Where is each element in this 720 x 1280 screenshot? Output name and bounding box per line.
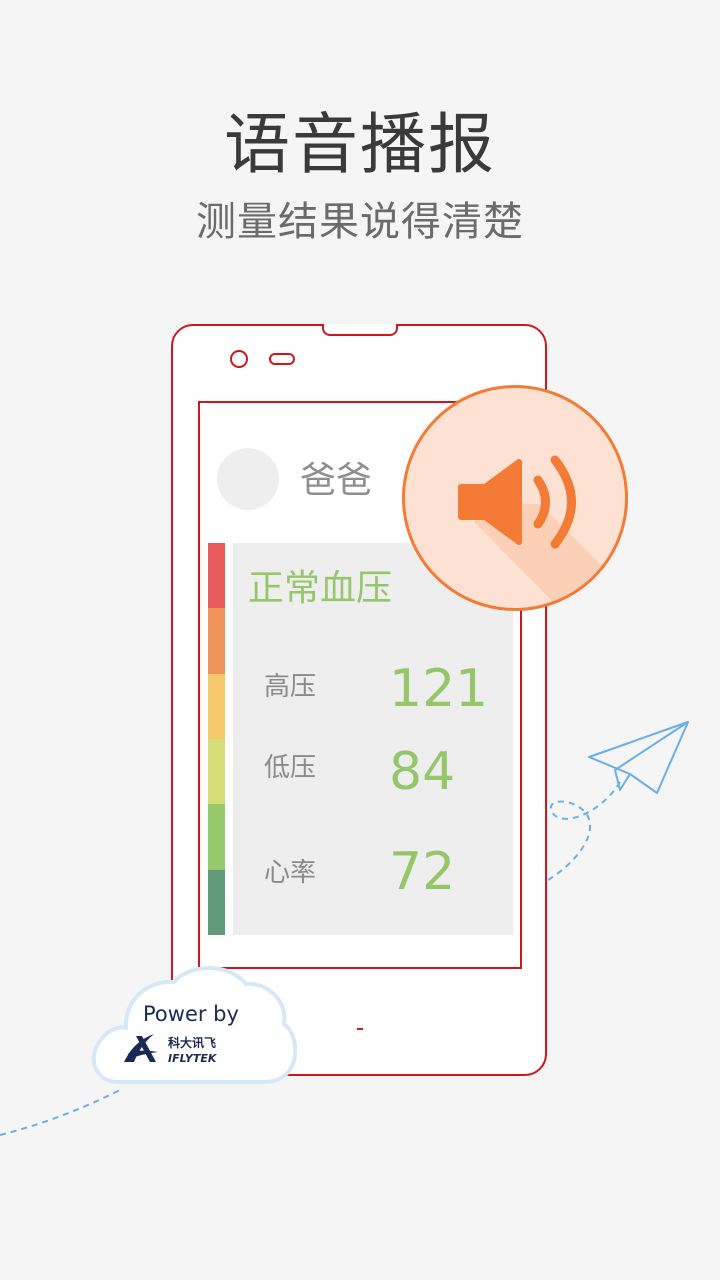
systolic-value: 121	[389, 659, 489, 719]
page-title: 语音播报	[224, 106, 496, 183]
scale-segment	[208, 608, 225, 674]
bp-status: 正常血压	[248, 568, 393, 609]
avatar[interactable]	[217, 448, 279, 510]
systolic-label: 高压	[264, 672, 317, 702]
scale-segment	[208, 673, 225, 739]
bp-level-scale	[208, 543, 225, 935]
voice-broadcast-button[interactable]	[402, 385, 628, 611]
scale-segment	[208, 869, 225, 935]
heart-rate-label: 心率	[264, 858, 317, 888]
user-name: 爸爸	[300, 460, 373, 501]
power-by-label: Power by	[143, 1002, 239, 1026]
heart-rate-value: 72	[389, 842, 456, 902]
iflytek-logo: 科大讯飞 IFLYTEK	[124, 1034, 218, 1065]
speaker-volume-icon	[458, 455, 625, 608]
scale-segment	[208, 543, 225, 609]
flight-path-dashed	[547, 781, 621, 881]
diastolic-value: 84	[389, 742, 456, 802]
diastolic-label: 低压	[264, 753, 317, 783]
page-subtitle: 测量结果说得清楚	[196, 199, 524, 245]
logo-cn-text: 科大讯飞	[168, 1035, 216, 1050]
cloud-trail-dashed	[0, 1089, 121, 1136]
paper-plane-icon	[588, 721, 689, 794]
scale-segment	[208, 738, 225, 805]
phone-sensor	[269, 353, 295, 365]
phone-camera	[230, 350, 248, 368]
logo-en-text: IFLYTEK	[168, 1052, 218, 1065]
phone-home-mark	[357, 1028, 363, 1030]
phone-notch	[322, 324, 398, 336]
scale-segment	[208, 804, 225, 870]
